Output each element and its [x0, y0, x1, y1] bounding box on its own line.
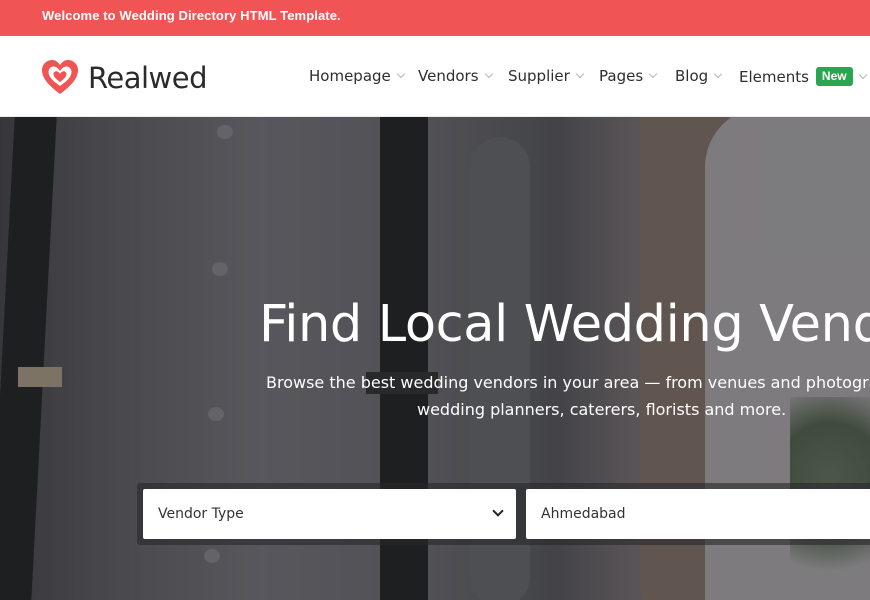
location-value: Ahmedabad: [541, 506, 626, 522]
nav-item-vendors[interactable]: Vendors: [418, 67, 493, 85]
top-bar: Welcome to Wedding Directory HTML Templa…: [0, 0, 870, 36]
nav-item-elements[interactable]: Elements New: [739, 67, 867, 86]
site-header: Realwed Homepage Vendors Supplier Pages …: [0, 36, 870, 117]
nav-item-pages[interactable]: Pages: [599, 67, 658, 85]
chevron-down-icon: [396, 69, 406, 79]
brand-name: Realwed: [88, 61, 208, 95]
chevron-down-icon: [575, 69, 585, 79]
chevron-down-icon: [858, 70, 867, 79]
chevron-down-icon: [713, 69, 723, 79]
brand-logo[interactable]: Realwed: [40, 58, 208, 98]
search-bar: Vendor Type Ahmedabad: [137, 483, 870, 545]
nav-item-homepage[interactable]: Homepage: [309, 67, 406, 85]
hero-section: Find Local Wedding Vendors Browse the be…: [0, 117, 870, 600]
hero-subtitle-line2: wedding planners, caterers, florists and…: [417, 400, 787, 419]
hero-title: Find Local Wedding Vendors: [259, 295, 870, 354]
nav-label: Pages: [599, 67, 644, 85]
location-input[interactable]: Ahmedabad: [526, 489, 870, 539]
chevron-down-icon: [492, 505, 504, 517]
nav-item-blog[interactable]: Blog: [675, 67, 723, 85]
nav-label: Homepage: [309, 67, 391, 85]
vendor-type-select[interactable]: Vendor Type: [143, 489, 516, 539]
nav-label: Blog: [675, 67, 709, 85]
heart-logo-icon: [42, 60, 78, 94]
nav-label: Elements: [739, 67, 809, 86]
nav-item-supplier[interactable]: Supplier: [508, 67, 585, 85]
chevron-down-icon: [484, 69, 493, 79]
new-badge: New: [815, 67, 853, 86]
hero-subtitle-line1: Browse the best wedding vendors in your …: [266, 373, 870, 392]
chevron-down-icon: [648, 69, 658, 79]
welcome-text: Welcome to Wedding Directory HTML Templa…: [42, 8, 341, 23]
nav-label: Vendors: [418, 67, 479, 85]
nav-label: Supplier: [508, 67, 570, 85]
vendor-type-value: Vendor Type: [158, 506, 244, 522]
